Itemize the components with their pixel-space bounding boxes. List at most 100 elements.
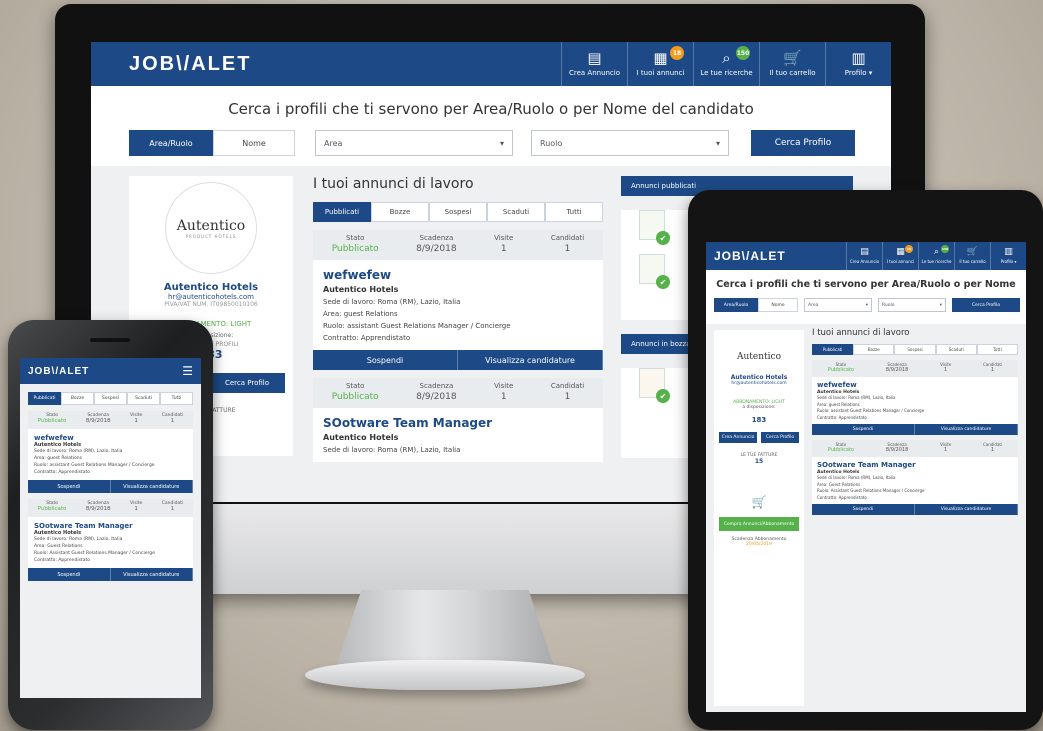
logo[interactable]: JOB\/ALET: [129, 53, 251, 76]
ad-title[interactable]: SOotware Team Manager: [34, 522, 187, 530]
profile-cerca-button[interactable]: Cerca Profilo: [209, 373, 285, 393]
nav-profilo[interactable]: ▥ Profilo ▾: [990, 242, 1026, 270]
company-name: Autentico Hotels: [730, 374, 788, 381]
ruolo-select[interactable]: Ruolo ▾: [531, 130, 729, 156]
profile-cerca-button[interactable]: Cerca Profilo: [761, 432, 799, 443]
tab-nome[interactable]: Nome: [758, 298, 798, 312]
stato-label: Stato: [345, 382, 365, 390]
ad-card: Stato Pubblicato Scadenza 8/9/2018 Visite 1…: [812, 360, 1018, 435]
tab-tutti[interactable]: Tutti: [976, 344, 1019, 355]
area-select[interactable]: Area ▾: [804, 298, 872, 312]
sospendi-button[interactable]: Sospendi: [28, 480, 111, 493]
phone-screen: JOB\/ALET ☰ Pubblicati Bozze Sospesi Sca…: [20, 358, 201, 698]
ruolo-select-value: Ruolo: [882, 302, 895, 308]
tab-tutti[interactable]: Tutti: [545, 202, 603, 222]
cerca-profilo-button[interactable]: Cerca Profilo: [751, 130, 855, 156]
tab-pubblicati[interactable]: Pubblicati: [812, 344, 854, 355]
nav-tuoi-annunci[interactable]: ▦ 18 I tuoi annunci: [627, 42, 693, 86]
tab-area-ruolo[interactable]: Area/Ruolo: [714, 298, 758, 312]
stato-value: Pubblicato: [331, 244, 379, 254]
desktop-topbar: JOB\/ALET ▤ Crea Annuncio ▦ 18 I tuoi an…: [91, 42, 891, 86]
tablet-content: Autentico Autentico Hotels hr@autenticoh…: [706, 324, 1026, 712]
candidati-value: 1: [990, 447, 995, 453]
nav-tuoi-annunci[interactable]: ▦ 18 I tuoi annunci: [882, 242, 918, 270]
visualizza-candidature-button[interactable]: Visualizza candidature: [915, 424, 1018, 435]
nav-carrello[interactable]: 🛒 Il tuo carrello: [759, 42, 825, 86]
tab-scaduti[interactable]: Scaduti: [935, 344, 977, 355]
sospendi-button[interactable]: Sospendi: [313, 350, 458, 370]
logo[interactable]: JOB\/ALET: [714, 249, 786, 263]
searches-icon: ⌕: [933, 247, 940, 257]
ads-heading: I tuoi annunci di lavoro: [313, 176, 474, 192]
sospendi-button[interactable]: Sospendi: [812, 424, 915, 435]
nav-label: Le tue ricerche: [921, 259, 952, 264]
ad-title[interactable]: wefwefew: [817, 381, 1013, 389]
tab-nome[interactable]: Nome: [213, 130, 295, 156]
visualizza-candidature-button[interactable]: Visualizza candidature: [458, 350, 603, 370]
compra-button[interactable]: Compra Annunci/Abbonamento: [719, 517, 799, 531]
tab-sospesi[interactable]: Sospesi: [429, 202, 487, 222]
ads-section: I tuoi annunci di lavoro Pubblicati Bozz…: [812, 328, 1019, 515]
tab-sospesi[interactable]: Sospesi: [894, 344, 936, 355]
scadenza-value: 8/9/2018: [416, 392, 457, 402]
tab-scaduti[interactable]: Scaduti: [127, 392, 160, 405]
ad-area: Area: Guest Relations: [34, 544, 83, 549]
searches-icon: ⌕: [722, 49, 731, 67]
ad-title[interactable]: SOotware Team Manager: [817, 461, 1013, 469]
tab-pubblicati[interactable]: Pubblicati: [313, 202, 371, 222]
cart-icon: 🛒: [966, 247, 979, 257]
ad-details: SOotware Team Manager Autentico Hotels S…: [28, 517, 193, 568]
tab-sospesi[interactable]: Sospesi: [94, 392, 127, 405]
company-email[interactable]: hr@autenticohotels.com: [129, 293, 293, 301]
nav-crea-annuncio[interactable]: ▤ Crea Annuncio: [561, 42, 627, 86]
ruolo-select[interactable]: Ruolo ▾: [878, 298, 946, 312]
ad-title[interactable]: wefwefew: [323, 268, 593, 282]
ad-sede: Sede di lavoro: Roma (RM), Lazio, Italia: [34, 449, 123, 454]
area-select[interactable]: Area ▾: [315, 130, 513, 156]
visite-value: 1: [500, 244, 507, 254]
ad-ruolo: Ruolo: Assistant Guest Relations Manager…: [34, 551, 155, 556]
ad-sede: Sede di lavoro: Roma (RM), Lazio, Italia: [34, 537, 123, 542]
sospendi-button[interactable]: Sospendi: [28, 568, 111, 581]
visualizza-candidature-button[interactable]: Visualizza candidature: [110, 568, 193, 581]
ad-area: Area: guest Relations: [323, 310, 398, 318]
search-bar: Area/Ruolo Nome Area ▾ Ruolo ▾ Cerca Profi…: [714, 298, 1026, 312]
company-email[interactable]: hr@autenticohotels.com: [714, 381, 804, 386]
ad-title[interactable]: SOotware Team Manager: [323, 416, 593, 430]
tab-pubblicati[interactable]: Pubblicati: [28, 392, 61, 405]
nav-tue-ricerche[interactable]: ⌕ 150 Le tue ricerche: [918, 242, 954, 270]
ad-area: Area: guest Relations: [34, 456, 82, 461]
visualizza-candidature-button[interactable]: Visualizza candidature: [110, 480, 193, 493]
candidati-value: 1: [564, 392, 571, 402]
main-nav: ▤ Crea Annuncio ▦ 18 I tuoi annunci ⌕ 15…: [561, 42, 891, 86]
tab-bozze[interactable]: Bozze: [853, 344, 895, 355]
chevron-down-icon: ▾: [715, 138, 720, 148]
nav-crea-annuncio[interactable]: ▤ Crea Annuncio: [846, 242, 882, 270]
ricerche-count: 183: [751, 416, 767, 424]
hamburger-menu-icon[interactable]: ☰: [182, 364, 193, 378]
ad-card: Stato Pubblicato Scadenza 8/9/2018 Visite 1…: [313, 230, 603, 370]
company-profile-card: Autentico Autentico Hotels hr@autenticoh…: [714, 330, 804, 706]
ad-title[interactable]: wefwefew: [34, 434, 187, 442]
chevron-down-icon: ▾: [865, 302, 868, 308]
sospendi-button[interactable]: Sospendi: [812, 504, 915, 515]
company-piva: PIVA/VAT NUM. IT09850010106: [164, 301, 258, 308]
tab-area-ruolo[interactable]: Area/Ruolo: [129, 130, 213, 156]
ads-badge: 18: [670, 46, 684, 60]
tab-tutti[interactable]: Tutti: [160, 392, 193, 405]
visualizza-candidature-button[interactable]: Visualizza candidature: [915, 504, 1018, 515]
ads-heading: I tuoi annunci di lavoro: [812, 328, 910, 338]
nav-profilo[interactable]: ▥ Profilo ▾: [825, 42, 891, 86]
create-ad-icon: ▤: [860, 247, 869, 257]
nav-tue-ricerche[interactable]: ⌕ 150 Le tue ricerche: [693, 42, 759, 86]
profile-crea-button[interactable]: Crea Annuncio: [719, 432, 757, 443]
cerca-profilo-button[interactable]: Cerca Profilo: [952, 298, 1020, 312]
tab-scaduti[interactable]: Scaduti: [487, 202, 545, 222]
stato-value: Pubblicato: [827, 447, 854, 453]
tab-bozze[interactable]: Bozze: [61, 392, 94, 405]
ads-icon: ▦: [896, 247, 905, 257]
logo[interactable]: JOB\/ALET: [28, 366, 89, 377]
tab-bozze[interactable]: Bozze: [371, 202, 429, 222]
nav-carrello[interactable]: 🛒 Il tuo carrello: [954, 242, 990, 270]
ad-ruolo: Ruolo: assistant Guest Relations Manager…: [34, 463, 155, 468]
